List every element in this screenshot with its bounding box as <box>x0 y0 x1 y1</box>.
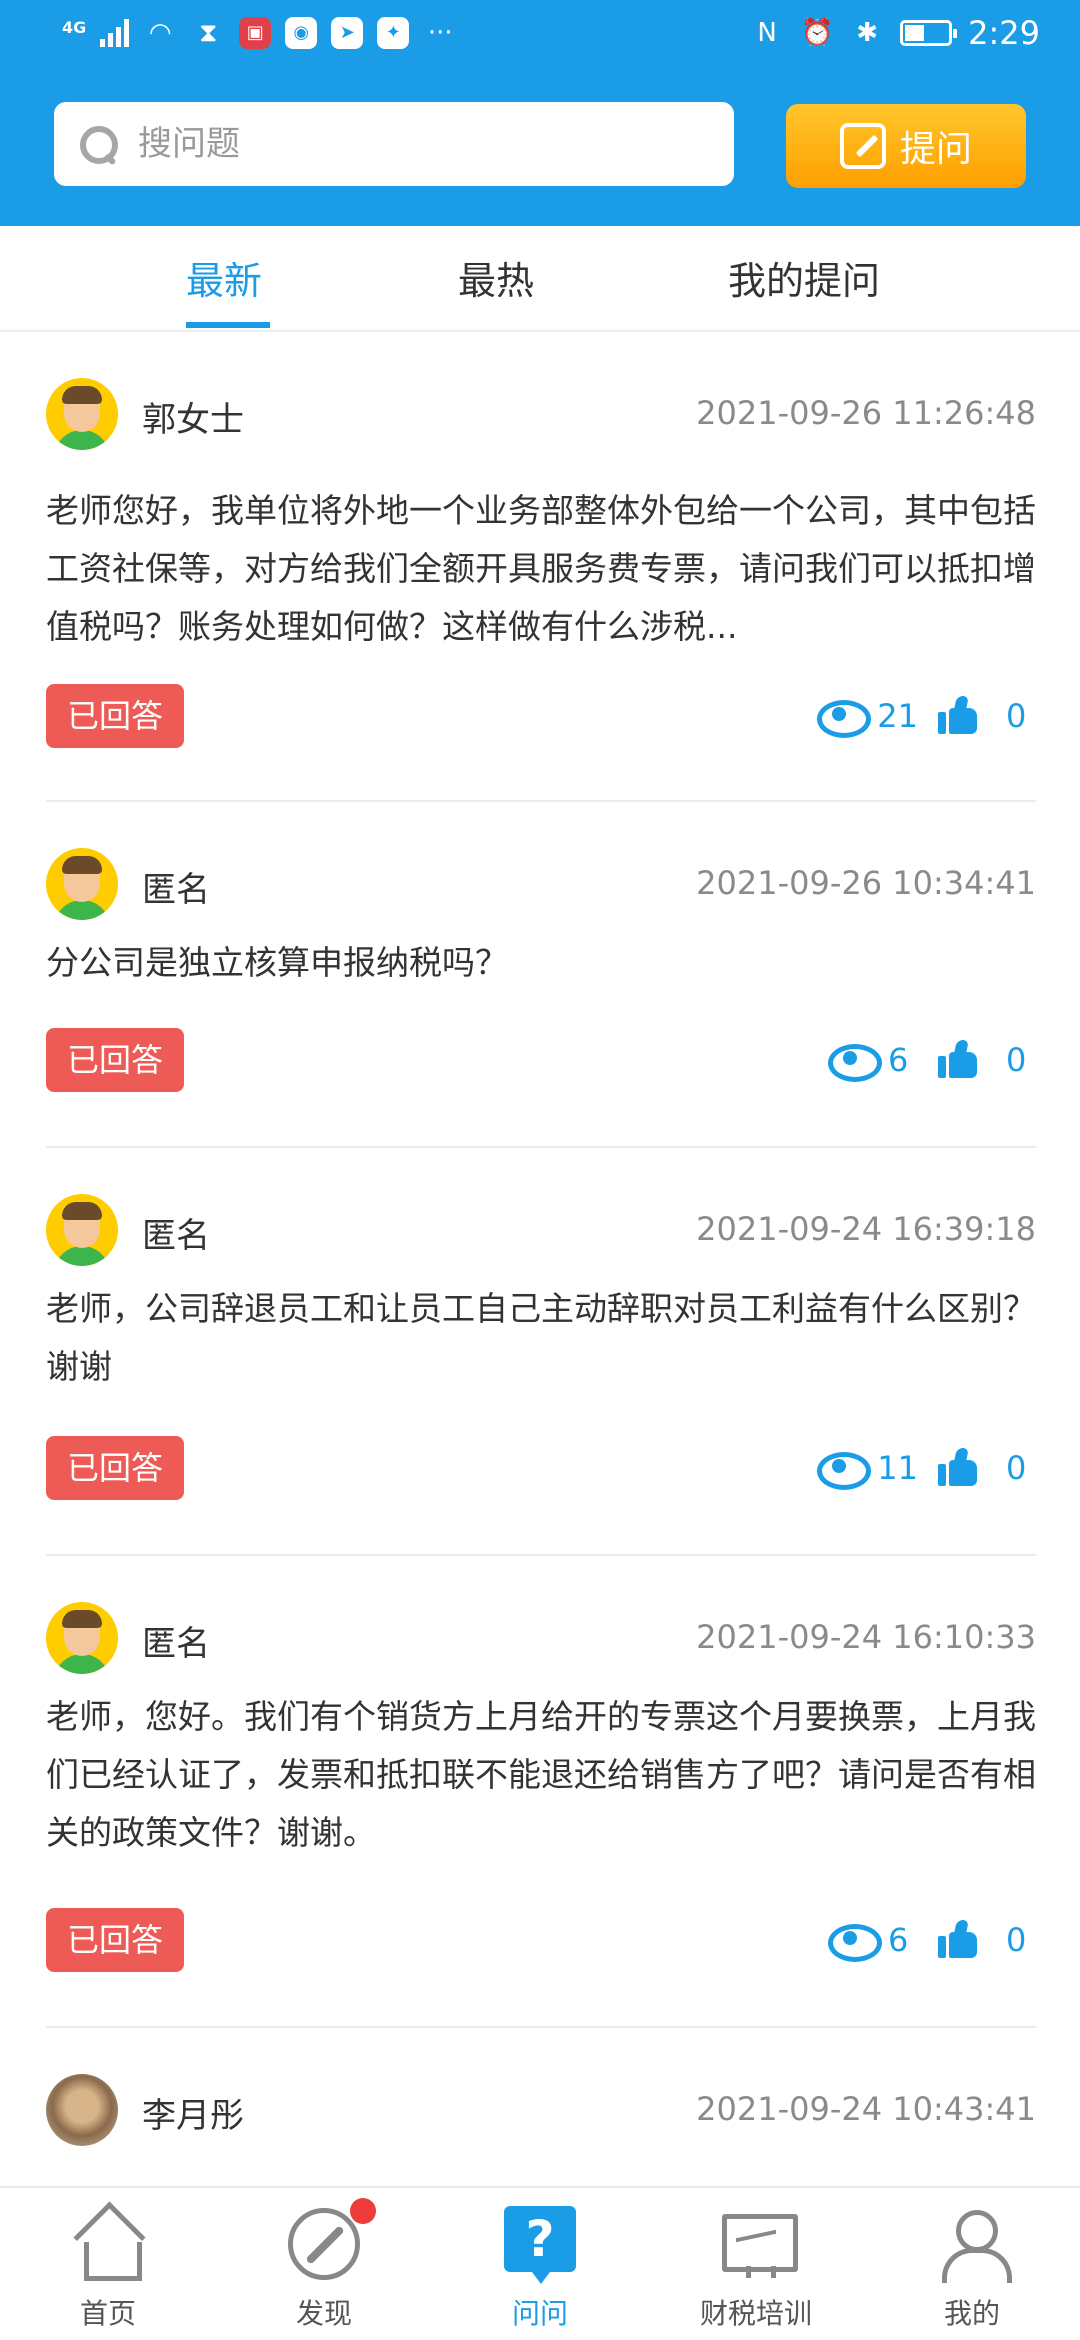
clock: 2:29 <box>968 14 1040 52</box>
battery-icon <box>900 20 958 46</box>
question-time: 2021-09-26 10:34:41 <box>696 864 1036 902</box>
app-notification-icon: ➤ <box>331 17 364 49</box>
nav-profile[interactable]: 我的 <box>864 2188 1080 2340</box>
avatar <box>46 1194 118 1266</box>
tab-my-questions[interactable]: 我的提问 <box>728 250 880 305</box>
divider <box>46 800 1036 802</box>
answered-badge: 已回答 <box>46 1028 184 1092</box>
notification-dot <box>350 2198 376 2224</box>
question-card[interactable]: 郭女士 2021-09-26 11:26:48 老师您好，我单位将外地一个业务部… <box>46 378 1036 798</box>
question-time: 2021-09-24 10:43:41 <box>696 2090 1036 2128</box>
home-icon <box>72 2208 144 2281</box>
thumbs-up-icon[interactable] <box>938 1448 978 1488</box>
tab-hot[interactable]: 最热 <box>458 250 534 305</box>
question-content[interactable]: 老师，您好。我们有个销货方上月给开的专票这个月要换票，上月我们已经认证了，发票和… <box>46 1688 1036 1862</box>
question-card[interactable]: 匿名 2021-09-26 10:34:41 分公司是独立核算申报纳税吗？ 已回… <box>46 848 1036 1098</box>
divider <box>46 1146 1036 1148</box>
question-content[interactable]: 老师，公司辞退员工和让员工自己主动辞职对员工利益有什么区别？谢谢 <box>46 1280 1036 1396</box>
view-count: 11 <box>877 1449 918 1487</box>
nav-label: 发现 <box>295 2297 352 2330</box>
hourglass-icon: ⧗ <box>199 18 218 48</box>
nav-label: 问问 <box>511 2297 568 2330</box>
nav-tax-training[interactable]: 财税培训 <box>648 2188 864 2340</box>
search-input[interactable] <box>138 124 698 164</box>
author-name: 匿名 <box>142 1624 210 1664</box>
nav-label: 财税培训 <box>699 2297 812 2330</box>
signal-icon <box>100 19 130 47</box>
question-content[interactable]: 分公司是独立核算申报纳税吗？ <box>46 934 1036 992</box>
answered-badge: 已回答 <box>46 1908 184 1972</box>
avatar <box>46 2074 118 2146</box>
bottom-navigation: 首页 发现 ? 问问 财税培训 我的 <box>0 2186 1080 2340</box>
compass-icon <box>288 2208 360 2280</box>
question-stats: 21 0 <box>817 684 1036 748</box>
alarm-icon: ⏰ <box>800 18 834 48</box>
nav-label: 首页 <box>79 2297 136 2330</box>
author-name: 李月彤 <box>142 2096 244 2136</box>
question-card[interactable]: 匿名 2021-09-24 16:10:33 老师，您好。我们有个销货方上月给开… <box>46 1602 1036 1992</box>
avatar <box>46 848 118 920</box>
wifi-icon: ◠ <box>148 18 172 48</box>
tab-latest[interactable]: 最新 <box>186 250 262 305</box>
author-name: 郭女士 <box>142 400 244 440</box>
view-count: 6 <box>888 1921 909 1959</box>
tab-bar: 最新 最热 我的提问 <box>0 226 1080 332</box>
eye-icon <box>817 1452 872 1490</box>
question-time: 2021-09-26 11:26:48 <box>696 394 1036 432</box>
like-count: 0 <box>1006 1449 1027 1487</box>
avatar <box>46 378 118 450</box>
eye-icon <box>817 700 872 738</box>
answered-badge: 已回答 <box>46 1436 184 1500</box>
like-count: 0 <box>1006 1921 1027 1959</box>
question-time: 2021-09-24 16:39:18 <box>696 1210 1036 1248</box>
nfc-icon: N <box>757 18 777 48</box>
question-card[interactable]: 李月彤 2021-09-24 10:43:41 <box>46 2074 1036 2174</box>
question-stats: 6 0 <box>828 1028 1036 1092</box>
eye-icon <box>828 1044 882 1082</box>
bulb-icon: ✦ <box>377 17 410 49</box>
question-content[interactable]: 老师您好，我单位将外地一个业务部整体外包给一个公司，其中包括工资社保等，对方给我… <box>46 482 1036 656</box>
author-name: 匿名 <box>142 1216 210 1256</box>
network-type: 4G <box>62 17 87 37</box>
question-time: 2021-09-24 16:10:33 <box>696 1618 1036 1656</box>
bluetooth-icon: ✱ <box>856 18 879 48</box>
view-count: 6 <box>888 1041 909 1079</box>
more-icon: ··· <box>427 18 453 48</box>
ask-question-button[interactable]: 提问 <box>786 104 1026 188</box>
edit-icon <box>839 123 886 169</box>
question-stats: 6 0 <box>828 1908 1036 1972</box>
header-bar: 4G ◠ ⧗ ▣ ◉ ➤ ✦ ··· N ⏰ ✱ 2:29 提问 <box>0 0 1080 226</box>
question-stats: 11 0 <box>817 1436 1036 1500</box>
thumbs-up-icon[interactable] <box>938 696 978 736</box>
status-right: N ⏰ ✱ 2:29 <box>750 14 1040 52</box>
app-notification-icon: ◉ <box>285 17 318 49</box>
view-count: 21 <box>877 697 918 735</box>
nav-questions[interactable]: ? 问问 <box>432 2188 648 2340</box>
question-card[interactable]: 匿名 2021-09-24 16:39:18 老师，公司辞退员工和让员工自己主动… <box>46 1194 1036 1514</box>
nav-home[interactable]: 首页 <box>0 2188 216 2340</box>
nav-label: 我的 <box>943 2297 1000 2330</box>
monitor-icon <box>720 2208 798 2280</box>
thumbs-up-icon[interactable] <box>938 1920 978 1960</box>
user-icon <box>936 2208 1012 2283</box>
thumbs-up-icon[interactable] <box>938 1040 978 1080</box>
answered-badge: 已回答 <box>46 684 184 748</box>
ask-question-label: 提问 <box>899 129 972 170</box>
active-tab-indicator <box>186 322 270 328</box>
nav-discover[interactable]: 发现 <box>216 2188 432 2340</box>
search-bar[interactable] <box>54 102 734 186</box>
app-notification-icon: ▣ <box>239 17 272 49</box>
eye-icon <box>828 1924 882 1962</box>
status-left: 4G ◠ ⧗ ▣ ◉ ➤ ✦ ··· <box>62 16 457 50</box>
search-icon <box>78 124 118 164</box>
divider <box>46 1554 1036 1556</box>
status-bar: 4G ◠ ⧗ ▣ ◉ ➤ ✦ ··· N ⏰ ✱ 2:29 <box>0 0 1080 76</box>
author-name: 匿名 <box>142 870 210 910</box>
avatar <box>46 1602 118 1674</box>
question-icon: ? <box>504 2206 576 2284</box>
like-count: 0 <box>1006 697 1027 735</box>
like-count: 0 <box>1006 1041 1027 1079</box>
divider <box>46 2026 1036 2028</box>
